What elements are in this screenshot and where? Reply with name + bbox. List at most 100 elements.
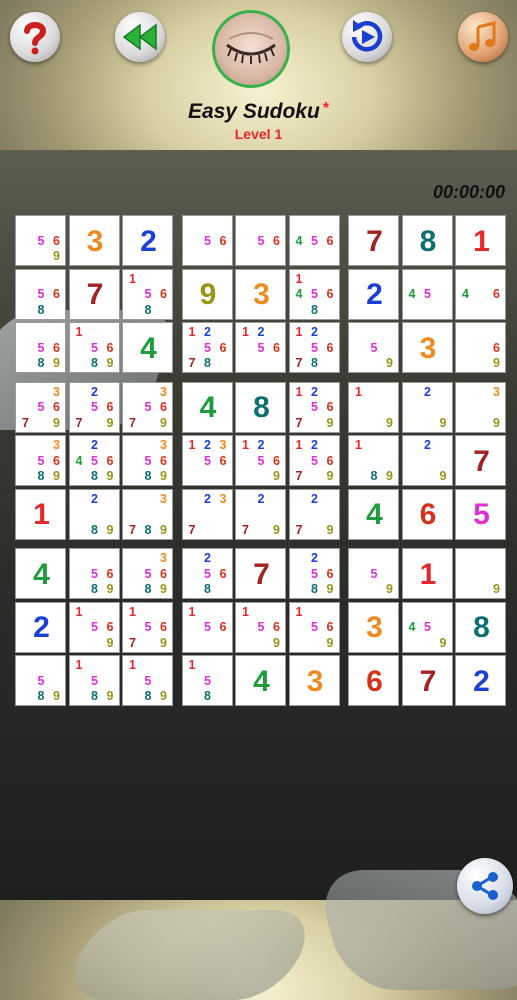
- sudoku-cell[interactable]: 3: [68, 215, 120, 266]
- sudoku-cell[interactable]: 1568: [122, 268, 173, 320]
- sudoku-cell[interactable]: 1569: [235, 601, 286, 653]
- sudoku-cell[interactable]: 568: [15, 268, 66, 320]
- sudoku-cell[interactable]: 1: [455, 215, 506, 266]
- sudoku-cell[interactable]: 35689: [15, 435, 66, 486]
- sudoku-cell[interactable]: 46: [455, 268, 506, 320]
- sudoku-cell[interactable]: 29: [401, 381, 453, 433]
- sudoku-cell[interactable]: 5689: [68, 548, 120, 599]
- sudoku-cell[interactable]: 15689: [68, 322, 120, 373]
- share-button[interactable]: [457, 858, 513, 914]
- sudoku-cell[interactable]: 1256: [235, 322, 286, 373]
- sudoku-cell[interactable]: 1569: [68, 601, 120, 653]
- sudoku-cell[interactable]: 1 89: [348, 435, 399, 486]
- sudoku-cell[interactable]: 2: [348, 268, 399, 320]
- sudoku-cell[interactable]: 4: [15, 548, 66, 599]
- sudoku-cell[interactable]: 1: [15, 488, 66, 540]
- sudoku-cell[interactable]: 12356: [181, 435, 233, 486]
- candidate-number: 5: [424, 620, 431, 634]
- sudoku-cell[interactable]: 245689: [68, 435, 120, 486]
- sudoku-cell[interactable]: 7: [455, 435, 506, 486]
- sudoku-cell[interactable]: 35689: [122, 435, 173, 486]
- sudoku-cell[interactable]: 156: [181, 601, 233, 653]
- sudoku-cell[interactable]: 8: [401, 215, 453, 266]
- sudoku-cell[interactable]: 4: [348, 488, 399, 540]
- sudoku-cell[interactable]: 4: [235, 655, 286, 706]
- sudoku-cell[interactable]: 39: [455, 381, 506, 433]
- sudoku-cell[interactable]: 45: [401, 268, 453, 320]
- sudoku-cell[interactable]: 7: [401, 655, 453, 706]
- sudoku-cell[interactable]: 2: [15, 601, 66, 653]
- sudoku-cell[interactable]: 3: [288, 655, 340, 706]
- sudoku-cell[interactable]: 4: [122, 322, 173, 373]
- sudoku-cell[interactable]: 19: [348, 381, 399, 433]
- sudoku-cell[interactable]: 5689: [15, 322, 66, 373]
- sudoku-cell[interactable]: 23 7: [181, 488, 233, 540]
- sudoku-cell[interactable]: 5: [455, 488, 506, 540]
- rewind-button[interactable]: [115, 12, 165, 62]
- sudoku-cell[interactable]: 3 789: [122, 488, 173, 540]
- sudoku-cell[interactable]: 459: [401, 601, 453, 653]
- sudoku-cell[interactable]: 2: [455, 655, 506, 706]
- sudoku-cell[interactable]: 9: [181, 268, 233, 320]
- sudoku-cell[interactable]: 2 89: [68, 488, 120, 540]
- sudoku-cell[interactable]: 2 7 9: [288, 488, 340, 540]
- sudoku-cell[interactable]: 156 7 9: [122, 601, 173, 653]
- sudoku-cell[interactable]: 589: [15, 655, 66, 706]
- music-button[interactable]: [458, 12, 508, 62]
- title-text: Easy Sudoku: [187, 100, 320, 123]
- sudoku-cell[interactable]: 12569: [235, 435, 286, 486]
- sudoku-cell[interactable]: 1589: [68, 655, 120, 706]
- help-button[interactable]: [10, 12, 60, 62]
- closed-eye-button[interactable]: [212, 10, 290, 88]
- sudoku-cell[interactable]: 1256 7 9: [288, 435, 340, 486]
- sudoku-cell[interactable]: 256 7 9: [68, 381, 120, 433]
- candidate-number: 5: [37, 233, 45, 248]
- candidate-number: 7: [295, 522, 303, 537]
- sudoku-cell[interactable]: 2568: [181, 548, 233, 599]
- sudoku-cell[interactable]: 7: [68, 268, 120, 320]
- sudoku-cell[interactable]: 59: [348, 548, 399, 599]
- sudoku-cell[interactable]: 456: [288, 215, 340, 266]
- sudoku-cell[interactable]: 25689: [288, 548, 340, 599]
- sudoku-cell[interactable]: 7: [235, 548, 286, 599]
- candidate-number: 2: [311, 438, 318, 452]
- sudoku-cell[interactable]: 1569: [288, 601, 340, 653]
- sudoku-cell[interactable]: 3: [401, 322, 453, 373]
- sudoku-cell[interactable]: 356 7 9: [122, 381, 173, 433]
- sudoku-cell[interactable]: 1: [401, 548, 453, 599]
- sudoku-cell[interactable]: 9: [455, 548, 506, 599]
- sudoku-cell[interactable]: 1256 78: [288, 322, 340, 373]
- sudoku-cell[interactable]: 56: [235, 215, 286, 266]
- candidate-number: 5: [37, 453, 45, 468]
- sudoku-cell[interactable]: 3: [235, 268, 286, 320]
- forward-button[interactable]: [342, 12, 392, 62]
- sudoku-cell[interactable]: 56: [181, 215, 233, 266]
- sudoku-cell[interactable]: 2: [122, 215, 173, 266]
- candidate-number: 9: [53, 249, 60, 263]
- sudoku-cell[interactable]: 35689: [122, 548, 173, 599]
- sudoku-cell[interactable]: 69: [455, 322, 506, 373]
- sudoku-cell[interactable]: 2 7 9: [235, 488, 286, 540]
- sudoku-cell[interactable]: 4: [181, 381, 233, 433]
- sudoku-cell[interactable]: 14568: [288, 268, 340, 320]
- sudoku-cell[interactable]: 8: [455, 601, 506, 653]
- candidate-number: 1: [355, 384, 362, 399]
- candidate-number: 1: [188, 658, 196, 672]
- candidate-number: 9: [106, 356, 114, 370]
- sudoku-cell[interactable]: 1256 78: [181, 322, 233, 373]
- sudoku-cell[interactable]: 6: [401, 488, 453, 540]
- sudoku-cell[interactable]: 8: [235, 381, 286, 433]
- candidate-number: 9: [386, 582, 393, 596]
- cell-value: 6: [419, 498, 437, 531]
- sudoku-cell[interactable]: 3: [348, 601, 399, 653]
- cell-value: 8: [253, 391, 270, 424]
- sudoku-cell[interactable]: 158: [181, 655, 233, 706]
- sudoku-cell[interactable]: 1256 7 9: [288, 381, 340, 433]
- sudoku-cell[interactable]: 569: [15, 215, 66, 266]
- sudoku-cell[interactable]: 1589: [122, 655, 173, 706]
- sudoku-cell[interactable]: 59: [348, 322, 399, 373]
- sudoku-cell[interactable]: 29: [401, 435, 453, 486]
- sudoku-cell[interactable]: 356 7 9: [15, 381, 66, 433]
- sudoku-cell[interactable]: 7: [348, 215, 399, 266]
- sudoku-cell[interactable]: 6: [348, 655, 399, 706]
